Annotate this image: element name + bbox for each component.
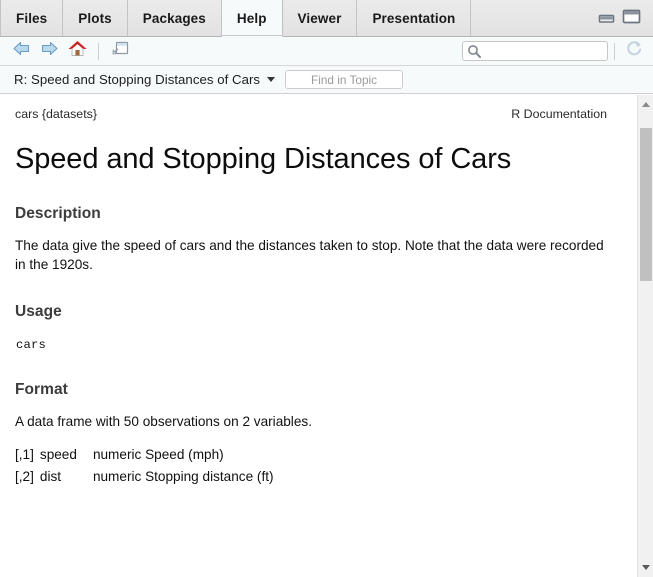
tab-help[interactable]: Help xyxy=(221,0,283,37)
tab-label: Presentation xyxy=(372,10,456,26)
variable-desc: Speed (mph) xyxy=(145,447,224,463)
table-row: [,1] speed numeric Speed (mph) xyxy=(15,444,274,466)
usage-code: cars xyxy=(16,338,47,353)
variable-type-and-desc: numeric Stopping distance (ft) xyxy=(93,466,274,488)
scroll-up-button[interactable] xyxy=(638,96,653,112)
tab-files[interactable]: Files xyxy=(0,0,64,36)
document-header: cars {datasets} R Documentation xyxy=(15,107,615,121)
variable-type: numeric xyxy=(92,447,142,463)
help-toolbar xyxy=(0,37,653,66)
toolbar-divider-right xyxy=(614,42,615,60)
toolbar-divider xyxy=(98,42,99,60)
variable-name: speed xyxy=(39,447,77,463)
section-heading-usage: Usage xyxy=(15,303,62,321)
scroll-up-arrow-icon xyxy=(641,101,650,107)
document-scrollbar[interactable] xyxy=(637,95,653,577)
back-button[interactable] xyxy=(8,39,34,63)
pane-window-controls xyxy=(598,8,653,36)
section-heading-description: Description xyxy=(15,204,101,222)
scrollbar-track[interactable] xyxy=(638,112,653,559)
chevron-down-icon[interactable] xyxy=(267,77,276,82)
tab-label: Viewer xyxy=(297,10,342,26)
forward-button[interactable] xyxy=(36,39,62,63)
help-document: cars {datasets} R Documentation Speed an… xyxy=(0,95,637,577)
tab-label: Files xyxy=(16,10,48,26)
tab-label: Plots xyxy=(78,10,112,26)
forward-arrow-icon xyxy=(40,40,59,62)
maximize-pane-icon[interactable] xyxy=(622,8,641,29)
home-icon xyxy=(67,39,88,63)
format-variable-table: [,1] speed numeric Speed (mph) [,2] dist… xyxy=(15,444,274,487)
pane-tab-bar: Files Plots Packages Help Viewer Present… xyxy=(0,0,653,37)
show-in-new-window-button[interactable] xyxy=(107,39,133,63)
variable-type: numeric xyxy=(92,468,142,484)
refresh-icon xyxy=(625,39,644,63)
topic-bar: R: Speed and Stopping Distances of Cars xyxy=(0,66,653,94)
find-in-topic-input[interactable] xyxy=(285,70,404,89)
tab-packages[interactable]: Packages xyxy=(128,0,222,36)
scrollbar-thumb[interactable] xyxy=(640,128,652,281)
home-button[interactable] xyxy=(64,39,90,63)
variable-index: [,2] xyxy=(15,468,34,484)
page-title: Speed and Stopping Distances of Cars xyxy=(15,143,512,175)
minimize-pane-icon[interactable] xyxy=(598,10,615,28)
table-row: [,2] dist numeric Stopping distance (ft) xyxy=(15,466,274,488)
refresh-button[interactable] xyxy=(621,39,647,63)
navigation-buttons xyxy=(8,39,133,63)
tab-plots[interactable]: Plots xyxy=(63,0,128,36)
variable-name: dist xyxy=(39,468,62,484)
tab-viewer[interactable]: Viewer xyxy=(283,0,358,36)
format-body: A data frame with 50 observations on 2 v… xyxy=(15,414,312,430)
tab-bar-filler xyxy=(471,0,598,36)
scroll-down-arrow-icon xyxy=(642,564,650,570)
variable-index: [,1] xyxy=(15,447,34,463)
help-document-area: cars {datasets} R Documentation Speed an… xyxy=(0,94,653,577)
tab-label: Help xyxy=(236,10,267,26)
back-arrow-icon xyxy=(12,40,31,62)
tab-presentation[interactable]: Presentation xyxy=(357,0,472,36)
description-body: The data give the speed of cars and the … xyxy=(15,237,604,272)
section-heading-format: Format xyxy=(15,381,68,399)
scroll-down-button[interactable] xyxy=(638,559,653,575)
package-reference: cars {datasets} xyxy=(15,107,97,121)
new-window-icon xyxy=(110,39,131,63)
tab-label: Packages xyxy=(142,10,206,26)
help-pane: Files Plots Packages Help Viewer Present… xyxy=(0,0,653,577)
search-box[interactable] xyxy=(462,41,608,61)
topic-title: R: Speed and Stopping Distances of Cars xyxy=(14,72,261,87)
r-documentation-label: R Documentation xyxy=(511,107,607,121)
variable-type-and-desc: numeric Speed (mph) xyxy=(93,444,274,466)
variable-desc: Stopping distance (ft) xyxy=(145,468,274,484)
search-input[interactable] xyxy=(462,41,608,61)
toolbar-right-group xyxy=(462,39,647,63)
